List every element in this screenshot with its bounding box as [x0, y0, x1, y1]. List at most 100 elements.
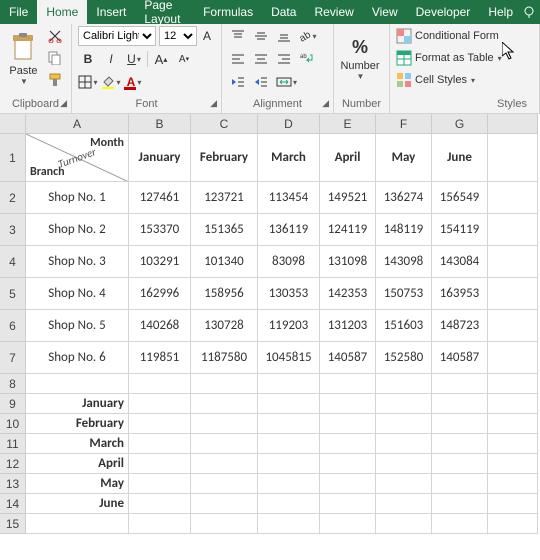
font-name-select[interactable]: Calibri Light [78, 26, 156, 46]
format-painter-button[interactable] [45, 70, 65, 90]
cell[interactable] [191, 494, 258, 514]
decrease-font-size-button[interactable]: A▾ [174, 49, 194, 69]
tab-page-layout[interactable]: Page Layout [135, 0, 194, 24]
cell[interactable] [488, 374, 538, 394]
cell[interactable]: February [191, 134, 258, 182]
cell[interactable] [191, 394, 258, 414]
cell[interactable] [258, 454, 320, 474]
tell-me-button[interactable] [522, 0, 540, 24]
cell[interactable] [129, 494, 191, 514]
cell[interactable]: 83098 [258, 246, 320, 278]
row-header[interactable]: 10 [0, 414, 26, 434]
tab-insert[interactable]: Insert [87, 0, 135, 24]
cell[interactable]: June [432, 134, 488, 182]
italic-button[interactable]: I [101, 49, 121, 69]
cell[interactable] [488, 414, 538, 434]
column-header[interactable]: G [432, 114, 488, 134]
increase-indent-button[interactable] [251, 72, 271, 92]
decrease-indent-button[interactable] [228, 72, 248, 92]
font-size-select[interactable]: 12 [159, 26, 197, 46]
cell[interactable] [258, 414, 320, 434]
cell[interactable]: 136274 [376, 182, 432, 214]
tab-help[interactable]: Help [479, 0, 522, 24]
cell[interactable] [488, 134, 538, 182]
row-header[interactable]: 3 [0, 214, 26, 246]
cell[interactable] [432, 494, 488, 514]
cell[interactable] [488, 278, 538, 310]
cell[interactable] [258, 474, 320, 494]
cell[interactable] [488, 182, 538, 214]
cell[interactable] [432, 414, 488, 434]
cell[interactable]: 140587 [320, 342, 376, 374]
cell[interactable] [26, 514, 129, 534]
cell[interactable] [376, 514, 432, 534]
cell[interactable] [488, 494, 538, 514]
wrap-text-button[interactable]: ab [297, 49, 317, 69]
increase-font-button[interactable]: A [200, 26, 214, 46]
cell[interactable] [191, 454, 258, 474]
orientation-button[interactable]: ab▾ [297, 26, 317, 46]
diagonal-header-cell[interactable]: MonthBranchTurnover [26, 134, 129, 182]
cell[interactable]: 130728 [191, 310, 258, 342]
cell[interactable] [488, 310, 538, 342]
cell[interactable]: 1187580 [191, 342, 258, 374]
cell[interactable] [26, 374, 129, 394]
row-header[interactable]: 4 [0, 246, 26, 278]
cell[interactable] [129, 454, 191, 474]
paste-button[interactable]: Paste ▼ [6, 26, 41, 92]
tab-developer[interactable]: Developer [407, 0, 480, 24]
cell[interactable] [129, 414, 191, 434]
align-top-button[interactable] [228, 26, 248, 46]
format-as-table-button[interactable]: Format as Table▾ [396, 48, 502, 68]
cell[interactable] [320, 514, 376, 534]
cell[interactable]: 136119 [258, 214, 320, 246]
cell[interactable] [320, 374, 376, 394]
cell[interactable]: 156549 [432, 182, 488, 214]
bold-button[interactable]: B [78, 49, 98, 69]
cell[interactable]: Shop No. 2 [26, 214, 129, 246]
column-header[interactable]: F [376, 114, 432, 134]
cell[interactable]: 103291 [129, 246, 191, 278]
cell[interactable] [488, 434, 538, 454]
cell[interactable]: 101340 [191, 246, 258, 278]
conditional-formatting-button[interactable]: Conditional Form [396, 26, 499, 46]
cell[interactable]: Shop No. 3 [26, 246, 129, 278]
cell[interactable] [320, 394, 376, 414]
cell[interactable] [376, 394, 432, 414]
cell[interactable] [432, 394, 488, 414]
column-header[interactable]: D [258, 114, 320, 134]
cell[interactable] [129, 474, 191, 494]
cell[interactable]: 1045815 [258, 342, 320, 374]
row-header[interactable]: 14 [0, 494, 26, 514]
cell-styles-button[interactable]: Cell Styles▾ [396, 70, 475, 90]
cell[interactable]: 158956 [191, 278, 258, 310]
cell[interactable] [432, 374, 488, 394]
cell[interactable] [432, 474, 488, 494]
cell[interactable]: 143084 [432, 246, 488, 278]
row-header[interactable]: 2 [0, 182, 26, 214]
cell[interactable] [488, 342, 538, 374]
cell[interactable] [320, 414, 376, 434]
increase-font-size-button[interactable]: A▴ [151, 49, 171, 69]
cell[interactable]: 142353 [320, 278, 376, 310]
merge-center-button[interactable]: ▾ [274, 72, 299, 92]
cell[interactable]: 148119 [376, 214, 432, 246]
dialog-launcher-icon[interactable]: ◢ [60, 98, 67, 109]
cell[interactable]: 152580 [376, 342, 432, 374]
font-color-button[interactable]: A▾ [124, 72, 144, 92]
cell[interactable]: 154119 [432, 214, 488, 246]
align-right-button[interactable] [274, 49, 294, 69]
cell[interactable] [488, 454, 538, 474]
cell[interactable] [432, 454, 488, 474]
align-left-button[interactable] [228, 49, 248, 69]
align-bottom-button[interactable] [274, 26, 294, 46]
cell[interactable]: May [26, 474, 129, 494]
cell[interactable]: 163953 [432, 278, 488, 310]
column-header[interactable]: C [191, 114, 258, 134]
cell[interactable]: May [376, 134, 432, 182]
cell[interactable]: Shop No. 4 [26, 278, 129, 310]
cell[interactable] [258, 494, 320, 514]
cell[interactable]: 119851 [129, 342, 191, 374]
row-header[interactable]: 15 [0, 514, 26, 534]
column-header[interactable]: E [320, 114, 376, 134]
